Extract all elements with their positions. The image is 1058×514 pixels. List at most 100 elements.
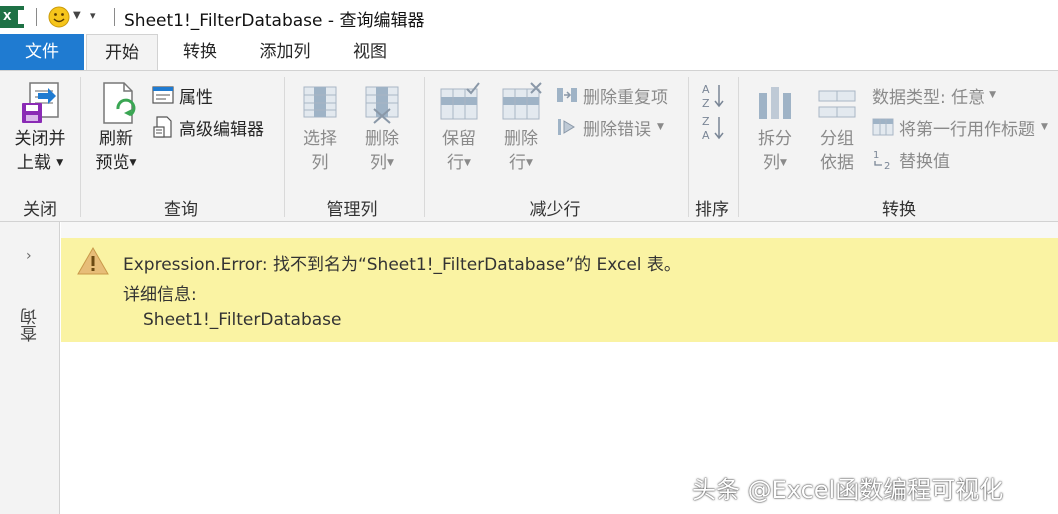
ribbon-tab-bar: 文件 开始 转换 添加列 视图 <box>0 34 1058 71</box>
advanced-editor-label: 高级编辑器 <box>179 119 264 140</box>
chevron-down-icon[interactable]: ▼ <box>73 10 81 21</box>
remove-duplicates-button[interactable]: 删除重复项 <box>556 81 668 109</box>
keep-rows-label-1: 保留 <box>442 129 476 149</box>
svg-text:A: A <box>702 129 710 141</box>
remove-duplicates-label: 删除重复项 <box>583 87 668 108</box>
group-by-label-2: 依据 <box>820 153 854 173</box>
group-label-sort: 排序 <box>695 200 729 220</box>
choose-columns-button[interactable]: 选择 列 <box>292 79 348 175</box>
remove-errors-label: 删除错误 <box>583 119 651 140</box>
group-label-manage-columns: 管理列 <box>326 200 378 220</box>
first-row-header-label: 将第一行用作标题 <box>899 119 1035 140</box>
close-and-load-text: 上载 <box>16 153 51 173</box>
svg-text:Z: Z <box>702 115 710 128</box>
sort-descending-icon: Z A <box>702 115 724 142</box>
table-header-icon <box>872 118 894 136</box>
refresh-label-1: 刷新 <box>99 129 133 149</box>
svg-text:2: 2 <box>884 161 890 170</box>
remove-columns-label-1: 删除 <box>365 129 399 149</box>
remove-columns-text: 列 <box>370 153 388 173</box>
title-bar: X ▼ ▾ Sheet1!_FilterDatabase - 查询编辑器 <box>0 0 1058 34</box>
remove-rows-icon <box>502 82 542 120</box>
keep-rows-button[interactable]: 保留 行▼ <box>430 79 488 175</box>
keep-rows-label-2: 行▼ <box>430 151 488 175</box>
advanced-editor-icon <box>153 116 172 138</box>
error-message: Expression.Error: 找不到名为“Sheet1!_FilterDa… <box>123 255 681 275</box>
formula-bar-strip <box>61 222 1058 238</box>
close-and-load-label-1: 关闭并 <box>14 129 66 149</box>
queries-pane: › 查询 <box>0 222 60 514</box>
chevron-down-icon: ▼ <box>464 158 471 168</box>
group-divider <box>738 77 739 217</box>
remove-rows-label-1: 删除 <box>504 129 538 149</box>
refresh-preview-button[interactable]: 刷新 预览▼ <box>86 79 146 175</box>
replace-values-button[interactable]: 1 2 替换值 <box>872 145 950 173</box>
error-banner: Expression.Error: 找不到名为“Sheet1!_FilterDa… <box>61 238 1058 342</box>
chevron-down-icon: ▼ <box>526 158 533 168</box>
tab-home[interactable]: 开始 <box>86 34 158 71</box>
sort-descending-button[interactable]: Z A <box>700 113 726 142</box>
svg-text:A: A <box>702 83 710 96</box>
chevron-down-icon: ▼ <box>56 158 64 168</box>
choose-columns-label-2: 列 <box>311 153 329 173</box>
group-label-transform: 转换 <box>882 200 916 220</box>
replace-values-label: 替换值 <box>899 151 950 172</box>
properties-label: 属性 <box>179 87 213 108</box>
group-by-label-1: 分组 <box>820 129 854 149</box>
chevron-down-icon: ▼ <box>989 90 997 100</box>
refresh-label-2: 预览▼ <box>86 151 146 175</box>
smiley-feedback-icon[interactable] <box>48 6 70 28</box>
remove-columns-icon <box>365 86 399 124</box>
sort-ascending-button[interactable]: A Z <box>700 81 726 110</box>
keep-rows-text: 行 <box>447 153 465 173</box>
title-separator <box>114 8 115 26</box>
group-label-query: 查询 <box>164 200 198 220</box>
remove-columns-button[interactable]: 删除 列▼ <box>354 79 410 175</box>
remove-rows-text: 行 <box>509 153 527 173</box>
remove-errors-button[interactable]: 删除错误 ▼ <box>556 113 664 141</box>
excel-app-icon[interactable]: X <box>0 6 25 28</box>
tab-add-column[interactable]: 添加列 <box>246 34 324 70</box>
chevron-down-icon: ▼ <box>1041 122 1048 132</box>
chevron-down-icon: ▼ <box>387 158 394 168</box>
tab-view[interactable]: 视图 <box>334 34 406 70</box>
tab-file[interactable]: 文件 <box>0 34 84 70</box>
group-label-reduce-rows: 减少行 <box>529 200 581 220</box>
use-first-row-as-headers-button[interactable]: 将第一行用作标题 ▼ <box>872 113 1048 141</box>
data-type-dropdown[interactable]: 数据类型: 任意 ▼ <box>872 81 996 109</box>
close-and-load-label-2: 上载 ▼ <box>8 151 72 175</box>
chevron-right-icon[interactable]: › <box>26 248 32 264</box>
split-column-label-2: 列▼ <box>746 151 804 175</box>
chevron-down-icon: ▼ <box>129 158 137 168</box>
svg-text:Z: Z <box>702 97 710 109</box>
app-icon-letter: X <box>3 10 12 23</box>
watermark-text: 头条 @Excel函数编程可视化 <box>692 476 1004 504</box>
refresh-text: 预览 <box>95 153 130 173</box>
replace-values-icon: 1 2 <box>873 150 890 170</box>
refresh-icon <box>103 82 136 124</box>
properties-button[interactable]: 属性 <box>152 81 213 109</box>
customize-quick-access-icon[interactable]: ▾ <box>90 9 96 22</box>
choose-columns-label-1: 选择 <box>303 129 337 149</box>
tab-transform[interactable]: 转换 <box>164 34 236 70</box>
save-close-icon <box>22 82 59 123</box>
keep-rows-icon <box>440 82 480 120</box>
quick-access-separator <box>36 8 37 26</box>
group-by-button[interactable]: 分组 依据 <box>808 79 866 175</box>
sort-ascending-icon: A Z <box>702 83 724 110</box>
close-and-load-button[interactable]: 关闭并 上载 ▼ <box>8 79 72 175</box>
properties-icon <box>152 86 174 104</box>
split-column-button[interactable]: 拆分 列▼ <box>746 79 804 175</box>
remove-rows-label-2: 行▼ <box>492 151 550 175</box>
split-column-text: 列 <box>763 153 781 173</box>
advanced-editor-button[interactable]: 高级编辑器 <box>152 113 264 141</box>
group-label-close: 关闭 <box>23 200 57 220</box>
data-type-label: 数据类型: 任意 <box>872 87 986 108</box>
split-column-icon <box>759 87 791 119</box>
chevron-down-icon: ▼ <box>657 122 664 132</box>
queries-pane-label[interactable]: 查询 <box>18 308 43 342</box>
remove-columns-label-2: 列▼ <box>354 151 410 175</box>
window-title: Sheet1!_FilterDatabase - 查询编辑器 <box>124 11 425 31</box>
choose-columns-icon <box>303 86 337 118</box>
remove-rows-button[interactable]: 删除 行▼ <box>492 79 550 175</box>
